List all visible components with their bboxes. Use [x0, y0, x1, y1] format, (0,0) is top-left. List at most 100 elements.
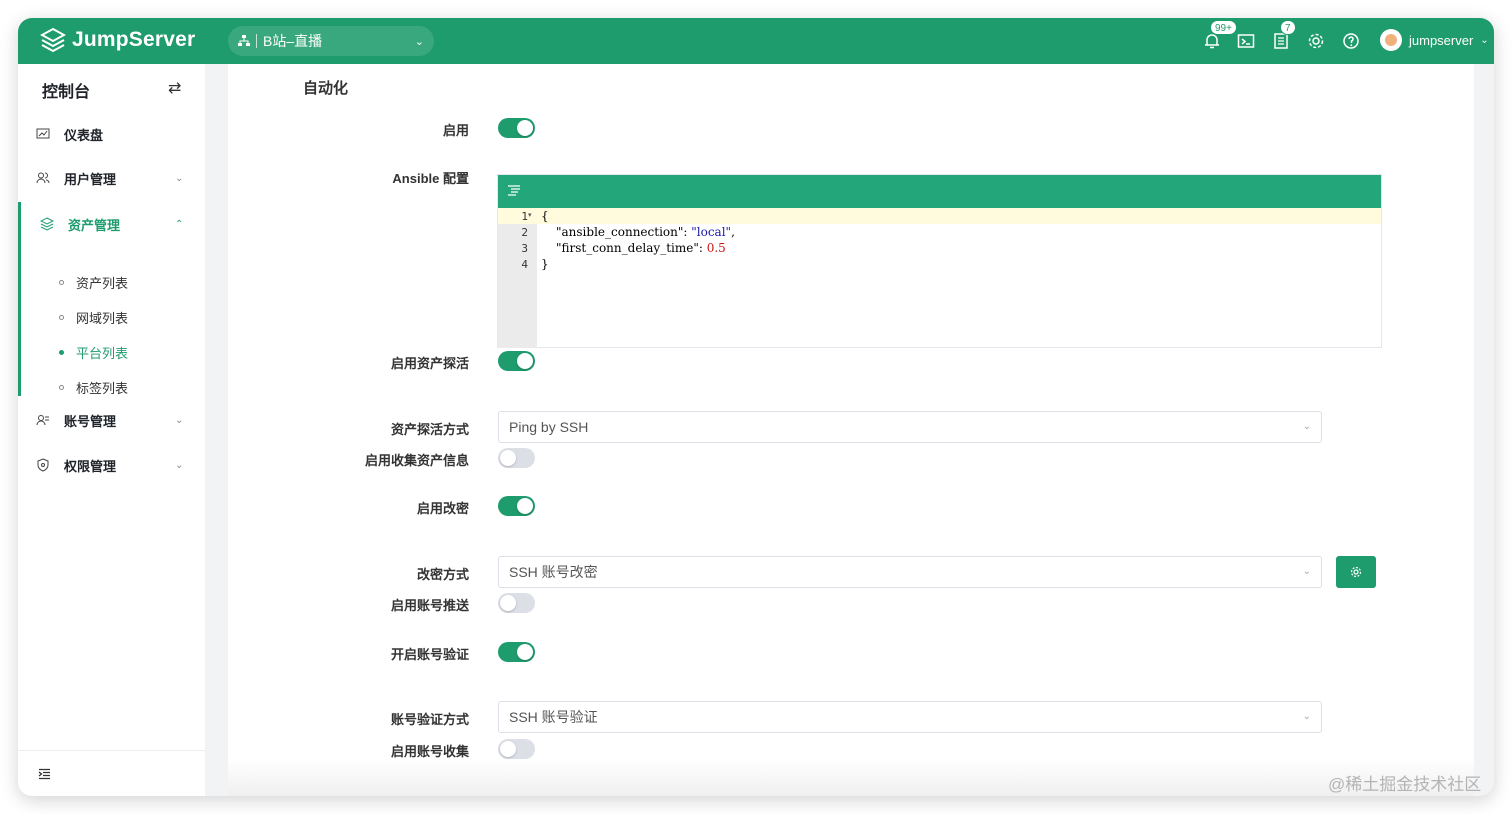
help-icon[interactable] — [1342, 32, 1360, 50]
sidebar-item-assets[interactable]: 资产管理 ⌃ — [18, 204, 205, 244]
org-selector[interactable]: B站–直播 ⌄ — [228, 26, 434, 56]
form-label: 开启账号验证 — [390, 647, 469, 662]
jumpserver-logo-icon — [40, 27, 66, 53]
bullet-icon — [59, 349, 64, 355]
org-name: B站–直播 — [263, 33, 323, 49]
json-key: "ansible_connection" — [556, 225, 684, 239]
fold-arrow-icon[interactable]: ▾ — [528, 211, 532, 219]
line-number: 2 — [521, 226, 528, 239]
sidebar-subitem-label: 网域列表 — [76, 310, 129, 326]
switch-view-icon[interactable]: ⇄ — [168, 78, 181, 98]
format-icon[interactable] — [507, 185, 521, 197]
select-value: SSH 账号验证 — [509, 709, 598, 725]
sidebar-item-label: 权限管理 — [64, 458, 117, 474]
chevron-down-icon: ⌄ — [1480, 34, 1489, 46]
user-menu[interactable]: jumpserver ⌄ — [1380, 29, 1489, 51]
task-badge: 7 — [1280, 20, 1296, 35]
chevron-down-icon: ⌄ — [175, 414, 184, 426]
sidebar-item-label: 账号管理 — [64, 413, 117, 429]
sidebar: 控制台 ⇄ 仪表盘 用户管理 ⌄ 资产管理 ⌃ 资产列表 网域列表 平台列表 标… — [18, 64, 205, 796]
notification-badge: 99+ — [1210, 20, 1237, 35]
chevron-down-icon: ⌄ — [1302, 421, 1311, 432]
sidebar-subitem-label: 标签列表 — [76, 380, 129, 396]
shield-icon — [37, 458, 49, 472]
top-navbar: JumpServer B站–直播 ⌄ 99+ 7 jumpserver ⌄ — [18, 18, 1494, 64]
change-method-settings-button[interactable] — [1336, 556, 1376, 588]
chevron-down-icon: ⌄ — [414, 35, 424, 48]
form-label: 启用改密 — [416, 501, 469, 516]
code-line-4: } — [541, 257, 549, 271]
code-line-3: "first_conn_delay_time": 0.5 — [556, 241, 726, 255]
app-window: JumpServer B站–直播 ⌄ 99+ 7 jumpserver ⌄ 控制… — [18, 18, 1494, 796]
push-switch[interactable] — [498, 593, 535, 613]
gear-icon — [1350, 566, 1362, 578]
ping-enabled-switch[interactable] — [498, 351, 535, 371]
form-label: 资产探活方式 — [390, 422, 469, 437]
enable-switch[interactable] — [498, 118, 535, 138]
section-title: 自动化 — [303, 80, 349, 97]
code-line-2: "ansible_connection": "local", — [556, 225, 735, 239]
change-method-select[interactable]: SSH 账号改密 ⌄ — [498, 556, 1322, 588]
code-line-1: { — [541, 209, 549, 223]
avatar — [1380, 29, 1402, 51]
form-label: 启用收集资产信息 — [364, 453, 469, 468]
sidebar-item-label: 仪表盘 — [64, 127, 104, 143]
sidebar-subitem-label: 资产列表 — [76, 275, 129, 291]
chevron-down-icon: ⌄ — [1302, 711, 1311, 722]
line-number: 4 — [521, 258, 528, 271]
layers-icon — [40, 217, 54, 231]
main-content: 自动化 启用 Ansible 配置 1 ▾ 2 3 4 { "ansible_c… — [228, 64, 1474, 796]
line-number: 1 — [521, 210, 528, 223]
dashboard-icon — [36, 128, 50, 139]
sidebar-footer — [18, 750, 205, 796]
sidebar-item-users[interactable]: 用户管理 ⌄ — [18, 158, 205, 198]
editor-toolbar — [498, 175, 1381, 208]
verify-method-select[interactable]: SSH 账号验证 ⌄ — [498, 701, 1322, 733]
json-string: "local" — [691, 225, 732, 239]
collapse-sidebar-icon[interactable] — [38, 768, 51, 780]
form-label: 改密方式 — [416, 567, 469, 582]
watermark: @稀土掘金技术社区 — [1328, 775, 1482, 794]
sidebar-title: 控制台 — [42, 84, 91, 101]
verify-switch[interactable] — [498, 642, 535, 662]
account-icon — [36, 415, 49, 426]
sidebar-subitem-platform-list[interactable]: 平台列表 — [18, 335, 205, 369]
users-icon — [36, 172, 50, 184]
sidebar-item-label: 用户管理 — [64, 171, 117, 187]
gear-icon[interactable] — [1307, 32, 1325, 50]
form-label: 启用 — [442, 123, 469, 138]
sidebar-subitem-label: 平台列表 — [76, 345, 129, 361]
sidebar-item-dashboard[interactable]: 仪表盘 — [18, 114, 205, 154]
sidebar-subitem-domain-list[interactable]: 网域列表 — [18, 300, 205, 334]
sidebar-subitem-label-list[interactable]: 标签列表 — [18, 370, 205, 404]
brand-logo[interactable]: JumpServer — [40, 27, 195, 53]
sidebar-item-permissions[interactable]: 权限管理 ⌄ — [18, 445, 205, 485]
sidebar-item-label: 资产管理 — [68, 217, 121, 233]
bullet-icon — [59, 384, 64, 390]
line-number: 3 — [521, 242, 528, 255]
select-value: SSH 账号改密 — [509, 564, 598, 580]
form-label: 账号验证方式 — [390, 712, 469, 727]
org-tree-icon — [238, 35, 250, 46]
sidebar-subitem-asset-list[interactable]: 资产列表 — [18, 265, 205, 299]
gather-accounts-switch[interactable] — [498, 739, 535, 759]
json-number: 0.5 — [706, 241, 726, 255]
chevron-up-icon: ⌃ — [175, 218, 184, 230]
brand-name: JumpServer — [72, 28, 196, 51]
org-divider — [256, 34, 257, 48]
form-label: Ansible 配置 — [392, 171, 469, 186]
bullet-icon — [59, 279, 64, 285]
chevron-down-icon: ⌄ — [175, 172, 184, 184]
sidebar-item-accounts[interactable]: 账号管理 ⌄ — [18, 400, 205, 440]
change-secret-switch[interactable] — [498, 496, 535, 516]
bullet-icon — [59, 314, 64, 320]
terminal-icon[interactable] — [1237, 32, 1255, 50]
form-label: 启用资产探活 — [390, 356, 469, 371]
ping-method-select[interactable]: Ping by SSH ⌄ — [498, 411, 1322, 443]
chevron-down-icon: ⌄ — [175, 459, 184, 471]
chevron-down-icon: ⌄ — [1302, 566, 1311, 577]
username: jumpserver — [1409, 32, 1474, 48]
select-value: Ping by SSH — [509, 419, 589, 435]
ansible-config-editor[interactable]: 1 ▾ 2 3 4 { "ansible_connection": "local… — [497, 174, 1382, 348]
gather-facts-switch[interactable] — [498, 448, 535, 468]
